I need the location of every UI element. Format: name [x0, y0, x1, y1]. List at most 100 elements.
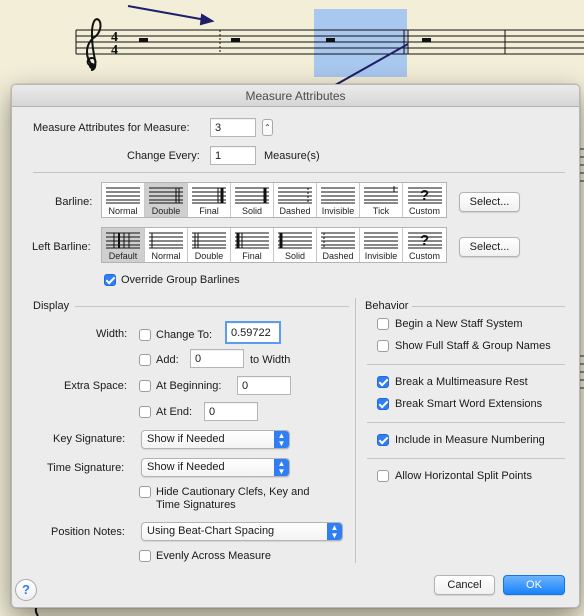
barline-option-label: Final	[199, 206, 219, 216]
show-full-staff-names-label: Show Full Staff & Group Names	[395, 340, 551, 352]
left-barline-invisible-button[interactable]: Invisible	[360, 228, 403, 262]
barline-select-button[interactable]: Select...	[459, 192, 520, 212]
evenly-across-measure-label: Evenly Across Measure	[156, 550, 271, 562]
break-smart-word-extensions-label: Break Smart Word Extensions	[395, 398, 543, 410]
barline-custom-icon: ?	[407, 187, 442, 204]
override-group-barlines-checkbox[interactable]	[104, 274, 116, 286]
width-label: Width:	[96, 328, 128, 340]
begin-new-staff-system-checkbox[interactable]	[377, 318, 389, 330]
measure-attributes-dialog: Measure Attributes Measure Attributes fo…	[11, 84, 580, 608]
break-multimeasure-rest-checkbox[interactable]	[377, 376, 389, 388]
barline-solid-button[interactable]: Solid	[231, 183, 274, 217]
svg-text:?: ?	[420, 187, 429, 204]
left-barline-option-label: Final	[242, 251, 262, 261]
override-group-barlines-label: Override Group Barlines	[121, 274, 240, 286]
at-beginning-field[interactable]: 0	[237, 376, 291, 395]
add-label: Add:	[156, 354, 179, 366]
display-group-title: Display	[33, 300, 70, 312]
left-barline-style-group: Default Normal Double Final Solid Dashed…	[101, 227, 447, 263]
popup-arrows-icon: ▲ ▼	[274, 431, 289, 448]
barline-option-label: Tick	[372, 206, 390, 216]
barline-double-icon	[149, 187, 183, 204]
barline-option-label: Invisible	[321, 206, 355, 216]
key-signature-popup[interactable]: Show if Needed ▲ ▼	[141, 430, 290, 449]
barline-tick-button[interactable]: Tick	[360, 183, 403, 217]
barline-normal-icon	[106, 187, 140, 204]
barline-invisible-icon	[321, 187, 355, 204]
left-barline-dashed-button[interactable]: Dashed	[317, 228, 360, 262]
change-every-field[interactable]: 1	[210, 146, 256, 165]
left-barline-option-label: Invisible	[364, 251, 398, 261]
left-barline-solid-icon	[278, 232, 312, 249]
barline-tick-icon	[364, 186, 398, 204]
help-button[interactable]: ?	[15, 579, 37, 601]
cancel-button[interactable]: Cancel	[434, 575, 495, 595]
measure-number-label: Measure Attributes for Measure:	[33, 122, 190, 134]
barline-double-button[interactable]: Double	[145, 183, 188, 217]
left-barline-final-button[interactable]: Final	[231, 228, 274, 262]
include-in-measure-numbering-checkbox[interactable]	[377, 434, 389, 446]
measure-number-stepper[interactable]: ⌃	[262, 119, 273, 136]
show-full-staff-names-checkbox[interactable]	[377, 340, 389, 352]
behavior-group-title: Behavior	[365, 300, 409, 312]
barline-custom-button[interactable]: ? Custom	[403, 183, 446, 217]
at-beginning-checkbox[interactable]	[139, 380, 151, 392]
change-to-label: Change To:	[156, 329, 213, 341]
ok-button[interactable]: OK	[503, 575, 565, 595]
change-every-unit: Measure(s)	[264, 150, 320, 162]
popup-arrows-icon: ▲ ▼	[327, 523, 342, 540]
left-barline-option-label: Custom	[408, 251, 440, 261]
at-end-field[interactable]: 0	[204, 402, 258, 421]
left-barline-option-label: Normal	[151, 251, 181, 261]
barline-solid-icon	[235, 187, 269, 204]
left-barline-default-button[interactable]: Default	[102, 228, 145, 262]
barline-invisible-button[interactable]: Invisible	[317, 183, 360, 217]
time-signature-popup[interactable]: Show if Needed ▲ ▼	[141, 458, 290, 477]
barline-dashed-button[interactable]: Dashed	[274, 183, 317, 217]
allow-horizontal-split-label: Allow Horizontal Split Points	[395, 470, 532, 482]
left-barline-double-button[interactable]: Double	[188, 228, 231, 262]
barline-final-button[interactable]: Final	[188, 183, 231, 217]
left-barline-option-label: Default	[108, 251, 138, 261]
left-barline-custom-button[interactable]: ? Custom	[403, 228, 446, 262]
change-to-field[interactable]: 0.59722	[225, 321, 281, 344]
svg-text:?: ?	[420, 232, 429, 249]
include-in-measure-numbering-label: Include in Measure Numbering	[395, 434, 545, 446]
barline-option-label: Double	[151, 206, 181, 216]
time-signature-value: Show if Needed	[147, 461, 225, 473]
hide-cautionary-label-line2: Time Signatures	[156, 499, 236, 511]
measure-selection-highlight	[314, 9, 407, 77]
barline-style-group: Normal Double Final Solid Dashed Invisib…	[101, 182, 447, 218]
second-staff-fragment	[580, 148, 584, 389]
to-width-label: to Width	[250, 354, 291, 366]
hide-cautionary-checkbox[interactable]	[139, 486, 151, 498]
position-notes-value: Using Beat-Chart Spacing	[147, 525, 275, 537]
at-end-checkbox[interactable]	[139, 406, 151, 418]
left-barline-solid-button[interactable]: Solid	[274, 228, 317, 262]
break-smart-word-extensions-checkbox[interactable]	[377, 398, 389, 410]
break-multimeasure-rest-label: Break a Multimeasure Rest	[395, 376, 528, 388]
popup-arrows-icon: ▲ ▼	[274, 459, 289, 476]
barline-option-label: Normal	[108, 206, 138, 216]
at-end-label: At End:	[156, 406, 193, 418]
key-signature-label: Key Signature:	[53, 433, 126, 445]
allow-horizontal-split-checkbox[interactable]	[377, 470, 389, 482]
barline-normal-button[interactable]: Normal	[102, 183, 145, 217]
measure-number-field[interactable]: 3	[210, 118, 256, 137]
add-width-field[interactable]: 0	[190, 349, 244, 368]
treble-clef-icon	[86, 18, 102, 71]
evenly-across-measure-checkbox[interactable]	[139, 550, 151, 562]
left-barline-label: Left Barline:	[32, 241, 91, 253]
barline-option-label: Dashed	[279, 206, 311, 216]
barline-option-label: Solid	[241, 206, 262, 216]
time-signature-bottom: 4	[111, 43, 118, 58]
left-barline-final-icon	[235, 232, 269, 249]
time-signature-label: Time Signature:	[47, 462, 125, 474]
add-width-checkbox[interactable]	[139, 354, 151, 366]
change-to-checkbox[interactable]	[139, 329, 151, 341]
left-barline-select-button[interactable]: Select...	[459, 237, 520, 257]
barline-option-label: Custom	[408, 206, 440, 216]
left-barline-normal-button[interactable]: Normal	[145, 228, 188, 262]
position-notes-popup[interactable]: Using Beat-Chart Spacing ▲ ▼	[141, 522, 343, 541]
left-barline-custom-icon: ?	[407, 232, 442, 249]
